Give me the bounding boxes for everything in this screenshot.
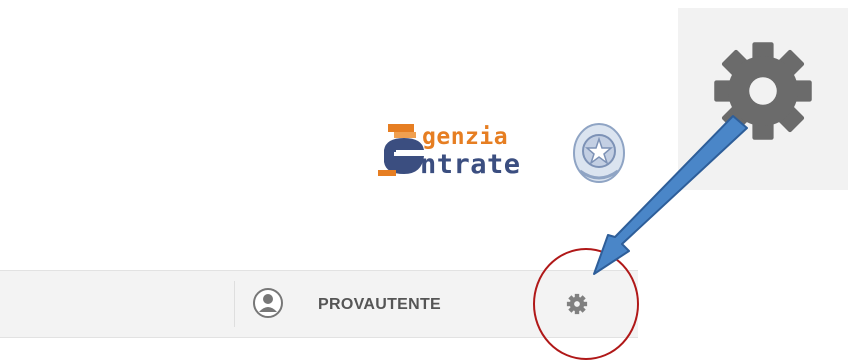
agenzia-entrate-logo: genzia ntrate: [372, 116, 634, 192]
top-toolbar: PROVAUTENTE: [0, 270, 638, 338]
logo-word-agenzia: genzia: [422, 124, 509, 150]
user-circle-icon[interactable]: [252, 287, 284, 319]
italian-republic-emblem: [573, 123, 625, 183]
gear-icon: [714, 42, 812, 140]
logo-word-entrate: ntrate: [420, 149, 521, 180]
username-label[interactable]: PROVAUTENTE: [318, 296, 441, 314]
settings-gear-button[interactable]: [566, 293, 588, 315]
zoomed-settings-panel: [678, 8, 848, 190]
toolbar-divider: [234, 281, 235, 327]
